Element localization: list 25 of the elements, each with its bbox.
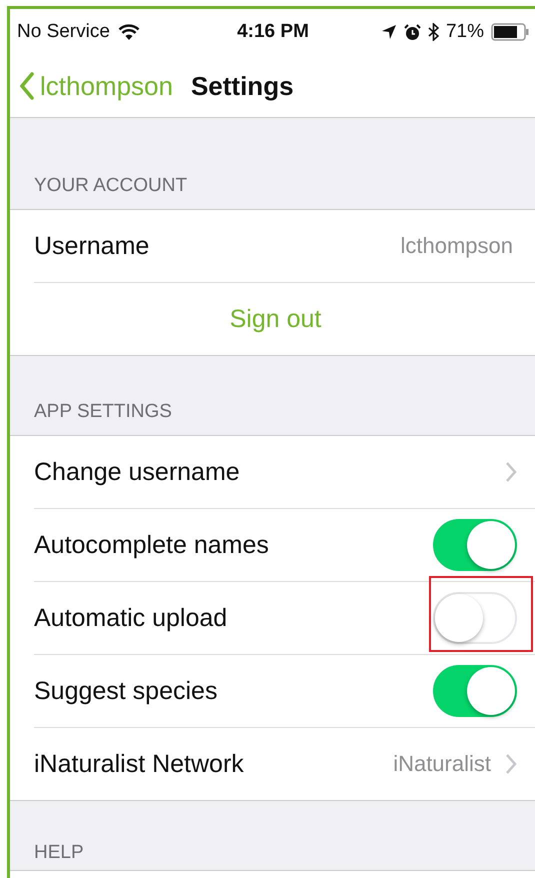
battery-icon: [491, 23, 529, 41]
toggle-switch[interactable]: [433, 665, 517, 717]
wifi-icon: [118, 24, 140, 40]
row-value: lcthompson: [400, 233, 513, 259]
location-arrow-icon: [380, 24, 397, 40]
screen-title: Settings: [190, 70, 294, 102]
row-label[interactable]: Change username: [34, 458, 505, 486]
bluetooth-icon: [428, 23, 439, 41]
chevron-right-icon: [505, 753, 517, 775]
alarm-clock-icon: [404, 24, 421, 40]
row-label: Automatic upload: [34, 604, 228, 632]
battery-percent-text: 71%: [446, 21, 484, 43]
row-label: Username: [34, 232, 150, 260]
row-label[interactable]: iNaturalist Network: [34, 750, 394, 778]
carrier-text: No Service: [17, 21, 110, 43]
section-header: HELP: [34, 842, 84, 864]
row-label: Autocomplete names: [34, 530, 270, 560]
section-header: APP SETTINGS: [34, 401, 172, 423]
chevron-right-icon: [505, 461, 517, 483]
row-value: iNaturalist: [393, 751, 491, 777]
section-header: YOUR ACCOUNT: [34, 175, 188, 197]
clock-text: 4:16 PM: [237, 21, 309, 43]
row-label: Suggest species: [34, 676, 218, 706]
toggle-switch[interactable]: [433, 519, 517, 571]
back-chevron-icon: [20, 72, 34, 100]
